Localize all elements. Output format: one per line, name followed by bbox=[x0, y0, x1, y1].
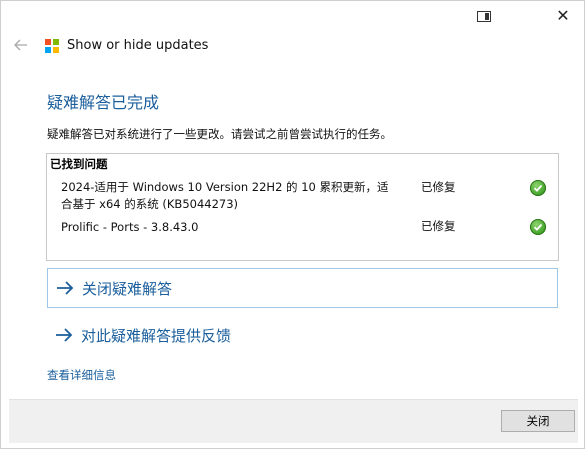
page-heading: 疑难解答已完成 bbox=[47, 93, 160, 112]
problems-found-title: 已找到问题 bbox=[50, 157, 108, 171]
problem-status: 已修复 bbox=[421, 219, 456, 233]
app-title: Show or hide updates bbox=[67, 38, 209, 53]
green-check-icon bbox=[530, 219, 546, 235]
green-check-icon bbox=[530, 180, 546, 196]
problems-found-panel: 已找到问题 2024-适用于 Windows 10 Version 22H2 的… bbox=[46, 153, 559, 261]
restore-window-icon[interactable] bbox=[475, 7, 493, 25]
arrow-right-icon bbox=[57, 281, 74, 295]
close-troubleshooter-label: 关闭疑难解答 bbox=[82, 279, 173, 298]
close-window-icon[interactable]: ✕ bbox=[554, 7, 572, 25]
page-description: 疑难解答已对系统进行了一些更改。请尝试之前曾尝试执行的任务。 bbox=[47, 127, 392, 141]
provide-feedback-label: 对此疑难解答提供反馈 bbox=[81, 326, 232, 345]
problem-name-line: 合基于 x64 的系统 (KB5044273) bbox=[61, 197, 239, 211]
troubleshooter-window: ✕ Show or hide updates 疑难解答已完成 疑难解答已对系统进… bbox=[0, 0, 585, 449]
arrow-right-icon bbox=[56, 328, 73, 342]
close-button[interactable]: 关闭 bbox=[501, 410, 575, 432]
back-arrow-icon[interactable] bbox=[14, 37, 32, 55]
problem-status: 已修复 bbox=[421, 180, 456, 194]
close-troubleshooter-link[interactable]: 关闭疑难解答 bbox=[47, 268, 558, 308]
problem-name-line: Prolific - Ports - 3.8.43.0 bbox=[61, 220, 199, 234]
footer-bar: 关闭 bbox=[9, 399, 578, 443]
windows-logo-icon bbox=[45, 39, 59, 53]
view-details-link[interactable]: 查看详细信息 bbox=[47, 367, 116, 383]
problem-name-line: 2024-适用于 Windows 10 Version 22H2 的 10 累积… bbox=[61, 180, 389, 194]
provide-feedback-link[interactable]: 对此疑难解答提供反馈 bbox=[47, 315, 558, 355]
problem-item-name: 2024-适用于 Windows 10 Version 22H2 的 10 累积… bbox=[61, 179, 406, 213]
problem-item-name: Prolific - Ports - 3.8.43.0 bbox=[61, 219, 406, 236]
